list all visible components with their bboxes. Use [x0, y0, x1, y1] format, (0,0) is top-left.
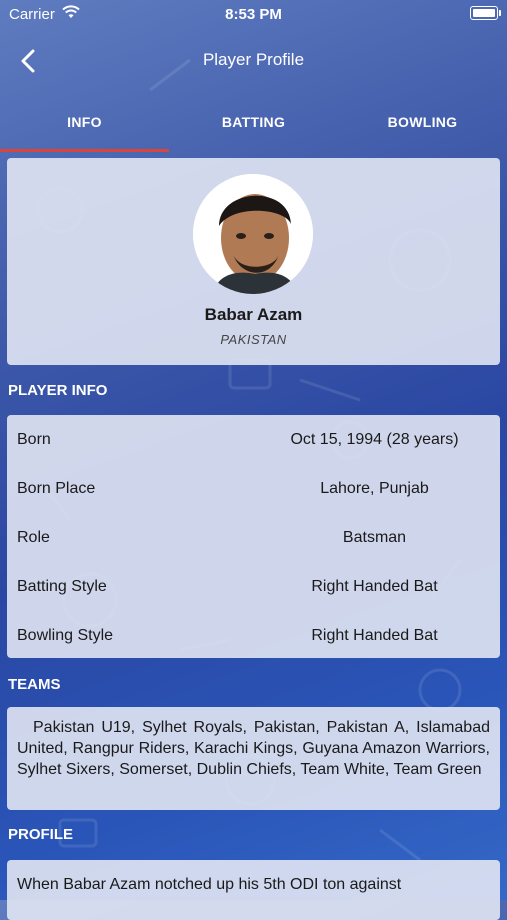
profile-text-card: When Babar Azam notched up his 5th ODI t…	[7, 860, 500, 920]
tab-info[interactable]: INFO	[0, 104, 169, 154]
info-value: Right Handed Bat	[311, 627, 438, 644]
page-title: Player Profile	[202, 50, 305, 69]
player-country: PAKISTAN	[220, 332, 287, 347]
info-value: Batsman	[342, 529, 407, 546]
active-tab-indicator	[0, 149, 169, 152]
tab-bar: INFO BATTING BOWLING	[0, 104, 507, 154]
info-value: Oct 15, 1994 (28 years)	[290, 431, 459, 448]
tab-batting-label: BATTING	[221, 114, 286, 130]
info-value: Right Handed Bat	[311, 578, 438, 595]
tab-batting[interactable]: BATTING	[169, 104, 338, 154]
info-row-born: Born Oct 15, 1994 (28 years)	[17, 415, 492, 464]
tab-bowling-label: BOWLING	[387, 114, 458, 130]
player-name: Babar Azam	[204, 305, 303, 324]
teams-heading: TEAMS	[8, 676, 61, 693]
info-label: Role	[17, 529, 50, 546]
tab-bowling[interactable]: BOWLING	[338, 104, 507, 154]
info-row-role: Role Batsman	[17, 513, 492, 562]
teams-card: Pakistan U19, Sylhet Royals, Pakistan, P…	[7, 707, 500, 810]
tab-info-label: INFO	[67, 114, 102, 130]
player-header-card: Babar Azam PAKISTAN	[7, 158, 500, 365]
info-row-batting-style: Batting Style Right Handed Bat	[17, 562, 492, 611]
nav-bar: Player Profile	[0, 38, 507, 82]
status-bar: Carrier 8:53 PM	[0, 0, 507, 30]
player-info-heading: PLAYER INFO	[8, 382, 108, 399]
info-label: Born	[17, 431, 51, 448]
teams-list: Pakistan U19, Sylhet Royals, Pakistan, P…	[17, 719, 490, 778]
info-label: Born Place	[17, 480, 96, 497]
player-photo	[193, 174, 313, 294]
profile-heading: PROFILE	[8, 826, 74, 843]
avatar	[193, 174, 313, 294]
profile-text: When Babar Azam notched up his 5th ODI t…	[17, 876, 402, 893]
info-row-bowling-style: Bowling Style Right Handed Bat	[17, 611, 492, 660]
info-row-born-place: Born Place Lahore, Punjab	[17, 464, 492, 513]
info-label: Batting Style	[17, 578, 107, 595]
player-info-card: Born Oct 15, 1994 (28 years) Born Place …	[7, 415, 500, 658]
info-value: Lahore, Punjab	[320, 480, 429, 497]
clock: 8:53 PM	[225, 6, 282, 23]
info-label: Bowling Style	[17, 627, 114, 644]
battery-icon	[470, 6, 501, 20]
